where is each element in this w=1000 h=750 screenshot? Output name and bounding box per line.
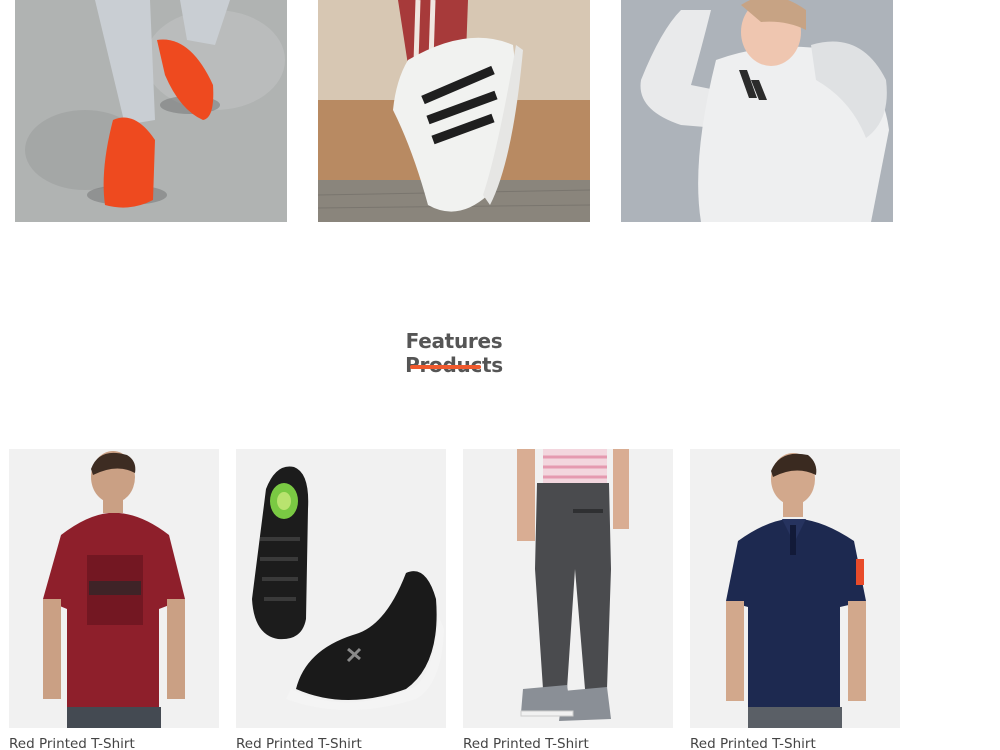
section-title: Features Products bbox=[405, 329, 503, 377]
product-name[interactable]: Red Printed T-Shirt bbox=[9, 736, 219, 750]
black-sneakers-image bbox=[236, 449, 446, 728]
category-banner-sneakers-orange[interactable] bbox=[15, 0, 287, 222]
hoodie-image bbox=[621, 0, 893, 222]
product-image[interactable] bbox=[690, 449, 900, 728]
grey-pants-image bbox=[463, 449, 673, 728]
category-banner-sneakers[interactable] bbox=[318, 0, 590, 222]
product-image[interactable] bbox=[9, 449, 219, 728]
product-card[interactable]: Red Printed T-Shirt bbox=[236, 449, 446, 750]
title-underline bbox=[410, 365, 481, 369]
product-name[interactable]: Red Printed T-Shirt bbox=[690, 736, 900, 750]
product-image[interactable] bbox=[463, 449, 673, 728]
orange-sneakers-image bbox=[15, 0, 287, 222]
page: Features Products Red Print bbox=[0, 0, 1000, 750]
sneakers-image bbox=[318, 0, 590, 222]
category-banner-hoodie[interactable] bbox=[621, 0, 893, 222]
product-card[interactable]: Red Printed T-Shirt bbox=[463, 449, 673, 750]
navy-polo-image bbox=[690, 449, 900, 728]
product-card[interactable]: Red Printed T-Shirt bbox=[9, 449, 219, 750]
product-name[interactable]: Red Printed T-Shirt bbox=[236, 736, 446, 750]
product-image[interactable] bbox=[236, 449, 446, 728]
product-card[interactable]: Red Printed T-Shirt bbox=[690, 449, 900, 750]
maroon-tshirt-image bbox=[9, 449, 219, 728]
product-name[interactable]: Red Printed T-Shirt bbox=[463, 736, 673, 750]
